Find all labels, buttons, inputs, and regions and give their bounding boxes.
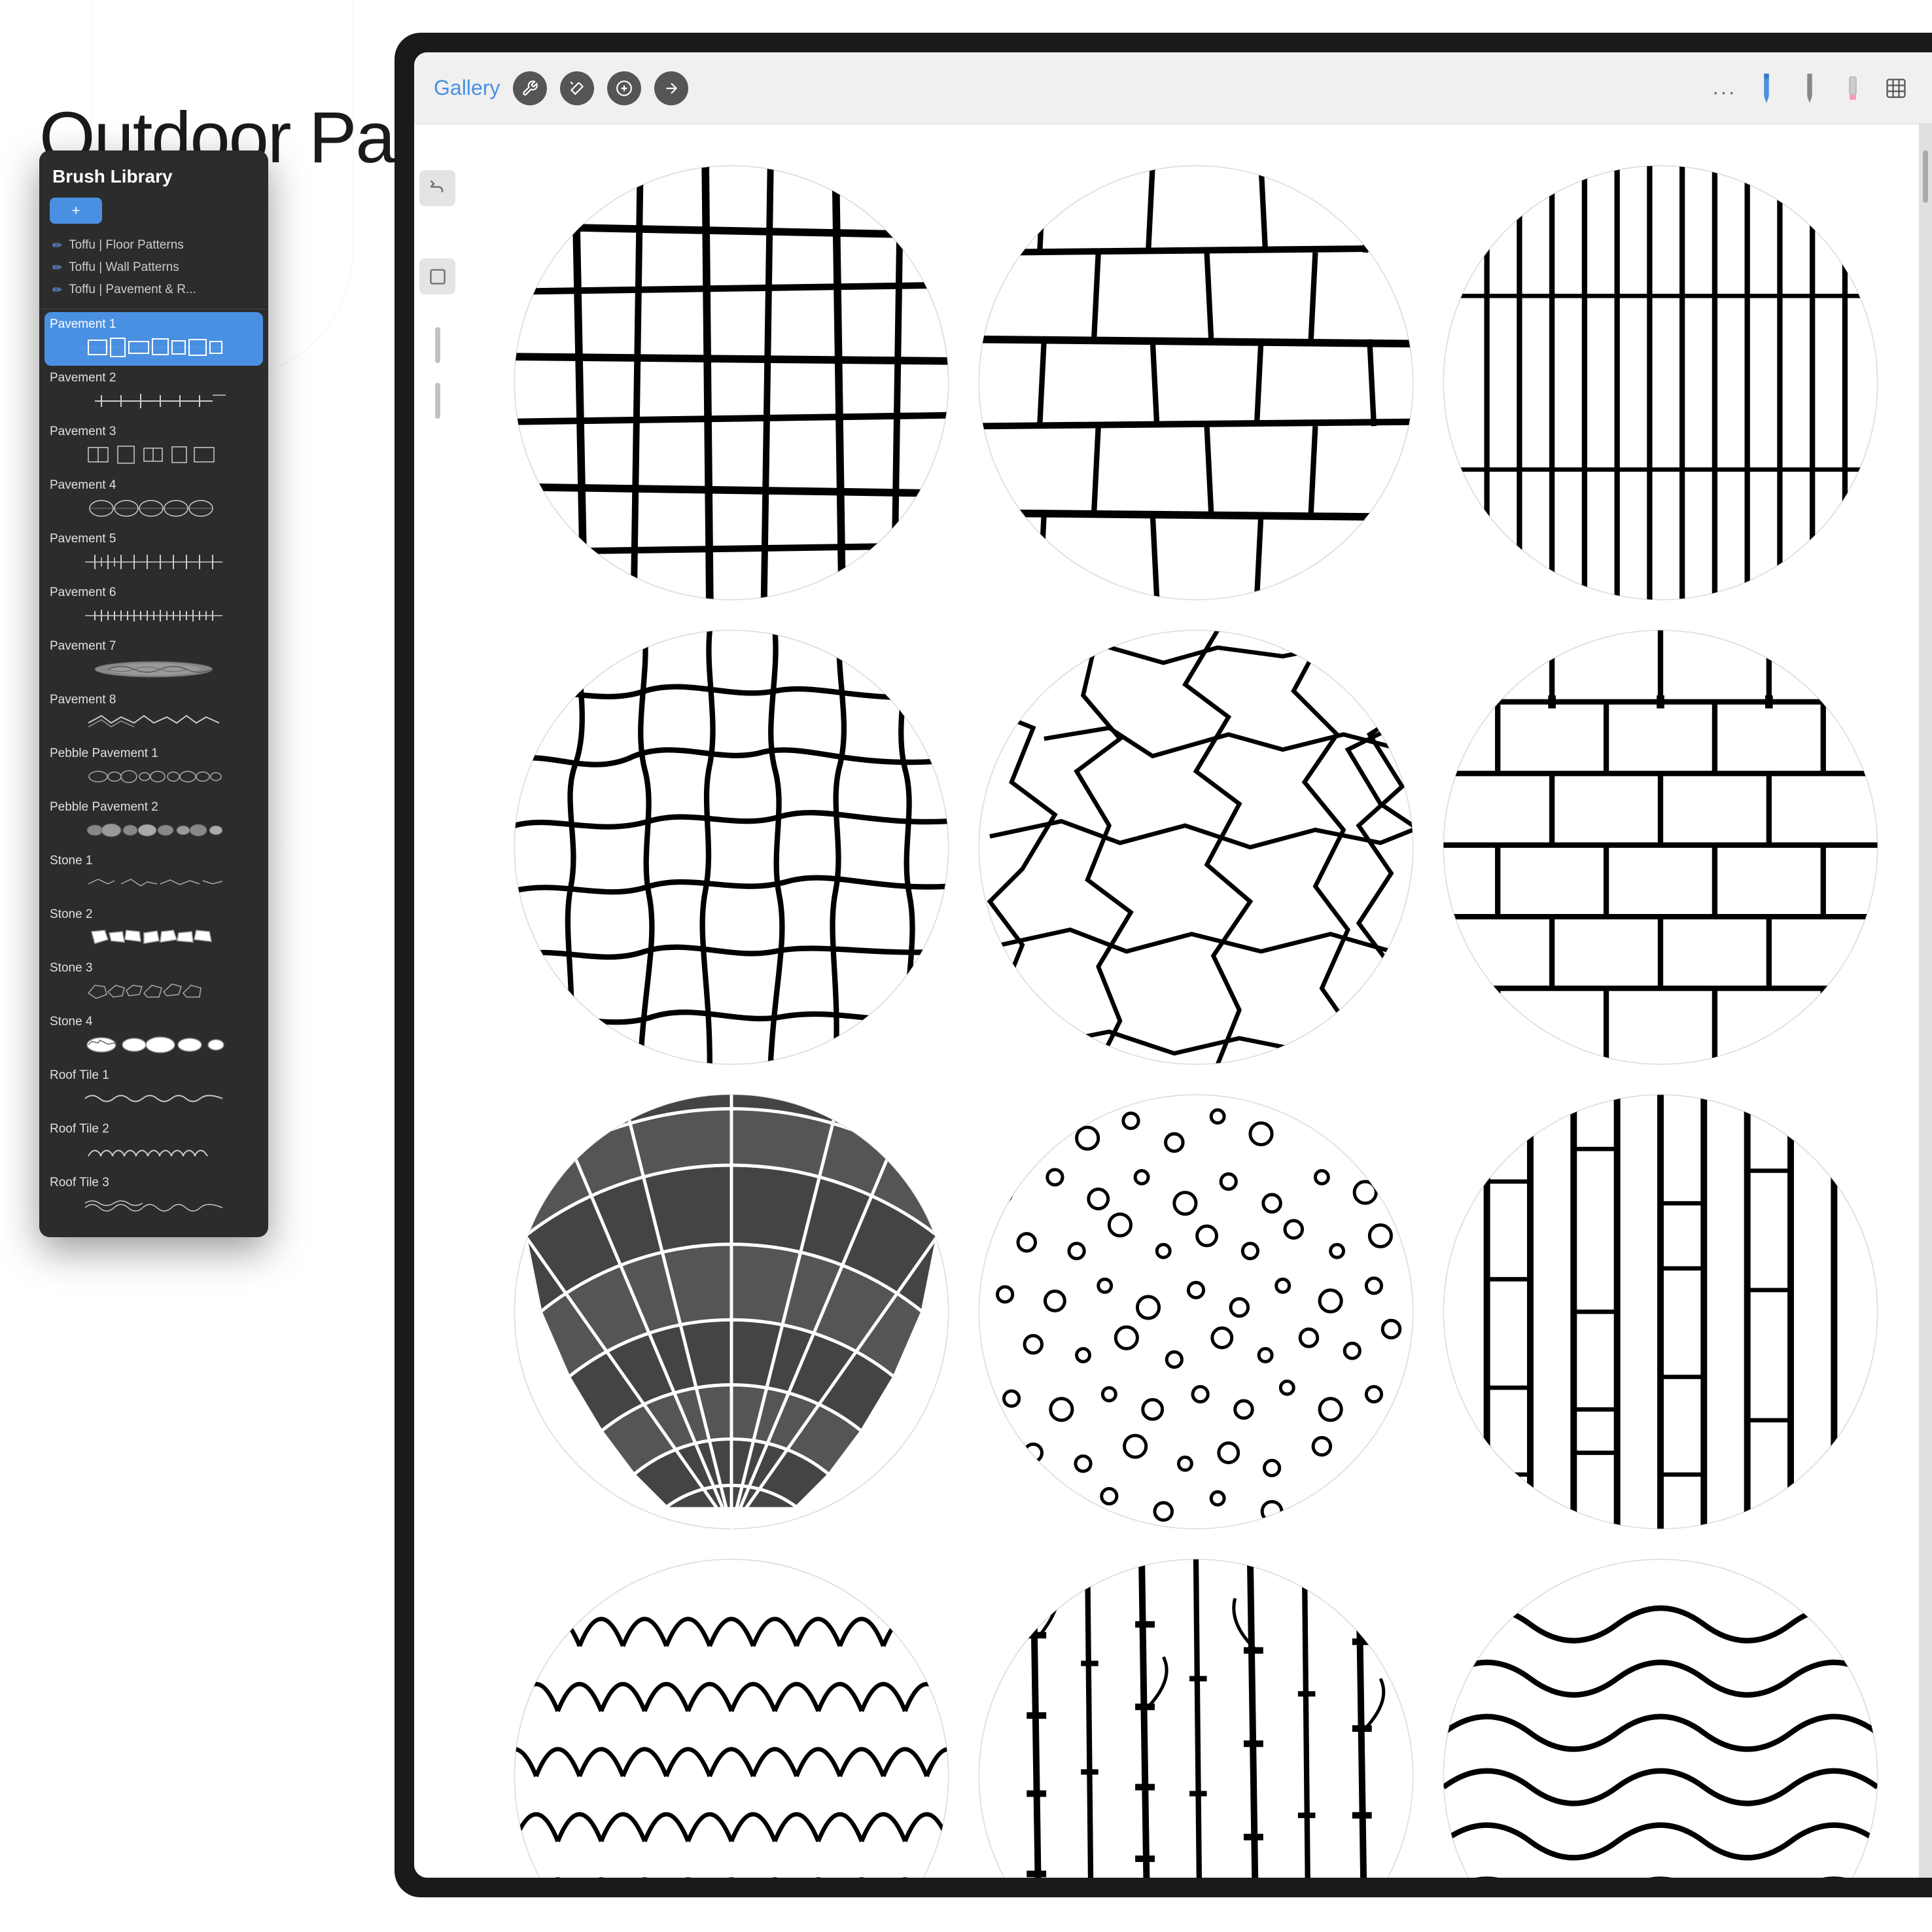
brush-item-pebble1[interactable]: Pebble Pavement 1: [39, 741, 268, 795]
brush-preview-pebble2: [50, 817, 258, 843]
category-wall-patterns[interactable]: ✏ Toffu | Wall Patterns: [50, 256, 258, 279]
more-options[interactable]: ...: [1713, 77, 1737, 99]
brush-item-pavement6[interactable]: Pavement 6: [39, 580, 268, 634]
ipad-screen: Gallery: [414, 52, 1932, 1878]
canvas-content: [414, 124, 1932, 1878]
brush-preview-stone3: [50, 978, 258, 1004]
pattern-fish-scales: [512, 1557, 951, 1878]
scroll-indicator-bottom: [435, 383, 440, 419]
scroll-indicator-top: [435, 327, 440, 363]
brush-library-actions: +: [39, 198, 268, 232]
wrench-icon[interactable]: [513, 71, 547, 105]
brush-categories: ✏ Toffu | Floor Patterns ✏ Toffu | Wall …: [39, 232, 268, 306]
square-button[interactable]: [419, 258, 455, 294]
magic-icon[interactable]: [560, 71, 594, 105]
brush-item-pebble2[interactable]: Pebble Pavement 2: [39, 795, 268, 849]
smudge-icon[interactable]: [607, 71, 641, 105]
pattern-pavement1: [512, 164, 951, 602]
brush-preview-pavement5: [50, 549, 258, 575]
pattern-bamboo: [977, 1557, 1415, 1878]
brush-preview-rooftile1: [50, 1085, 258, 1112]
layers-icon[interactable]: [1880, 72, 1912, 105]
arrow-icon[interactable]: [654, 71, 688, 105]
ipad-frame: Gallery: [395, 33, 1932, 1897]
brush-preview-rooftile2: [50, 1139, 258, 1165]
brush-item-stone2[interactable]: Stone 2: [39, 902, 268, 956]
pattern-brick-clean: [1441, 628, 1880, 1066]
pen-icon[interactable]: [1793, 72, 1826, 105]
undo-button[interactable]: [419, 170, 455, 206]
patterns-grid: [460, 124, 1932, 1878]
right-scrollbar[interactable]: [1919, 124, 1932, 1878]
brush-library-header: Brush Library: [39, 150, 268, 198]
brush-preview-pavement1: [50, 334, 258, 360]
brush-item-pavement2[interactable]: Pavement 2: [39, 366, 268, 419]
brush-preview-pavement8: [50, 710, 258, 736]
pattern-waves: [1441, 1557, 1880, 1878]
brush-item-stone3[interactable]: Stone 3: [39, 956, 268, 1010]
category-pavement[interactable]: ✏ Toffu | Pavement & R...: [50, 279, 258, 301]
brush-item-pavement4[interactable]: Pavement 4: [39, 473, 268, 527]
brush-item-stone1[interactable]: Stone 1: [39, 849, 268, 902]
pattern-pavement3: [1441, 164, 1880, 602]
pattern-mosaic: [512, 1093, 951, 1531]
brush-item-rooftile3[interactable]: Roof Tile 3: [39, 1170, 268, 1224]
category-floor-patterns[interactable]: ✏ Toffu | Floor Patterns: [50, 234, 258, 256]
brush-item-rooftile1[interactable]: Roof Tile 1: [39, 1063, 268, 1117]
brush-item-rooftile2[interactable]: Roof Tile 2: [39, 1117, 268, 1170]
pattern-cobblestone: [977, 628, 1415, 1066]
brush-item-pavement1[interactable]: Pavement 1: [44, 312, 263, 366]
brush-item-pavement5[interactable]: Pavement 5: [39, 527, 268, 580]
pattern-organic-net: [512, 628, 951, 1066]
pattern-vertical-bars: [1441, 1093, 1880, 1531]
brush-preview-rooftile3: [50, 1193, 258, 1219]
left-toolbar: [414, 157, 461, 432]
brush-preview-pebble1: [50, 764, 258, 790]
gallery-button[interactable]: Gallery: [434, 76, 500, 100]
pattern-pavement2: [977, 164, 1415, 602]
pen-blue-icon[interactable]: [1750, 72, 1783, 105]
brush-library-panel: Brush Library + ✏ Toffu | Floor Patterns…: [39, 150, 268, 1237]
brush-preview-pavement6: [50, 603, 258, 629]
brush-preview-pavement2: [50, 388, 258, 414]
brush-item-pavement7[interactable]: Pavement 7: [39, 634, 268, 688]
brush-item-pavement8[interactable]: Pavement 8: [39, 688, 268, 741]
brush-preview-pavement4: [50, 495, 258, 521]
pattern-pebble-dots: [977, 1093, 1415, 1531]
brush-item-stone4[interactable]: Stone 4: [39, 1010, 268, 1063]
brush-item-pavement3[interactable]: Pavement 3: [39, 419, 268, 473]
brush-preview-stone1: [50, 871, 258, 897]
eraser-icon[interactable]: [1836, 72, 1869, 105]
top-bar: Gallery: [414, 52, 1932, 124]
brush-preview-pavement7: [50, 656, 258, 682]
brush-preview-stone4: [50, 1032, 258, 1058]
brush-preview-pavement3: [50, 442, 258, 468]
add-brush-button[interactable]: +: [50, 198, 102, 224]
right-tools: [1750, 72, 1912, 105]
brush-preview-stone2: [50, 924, 258, 951]
